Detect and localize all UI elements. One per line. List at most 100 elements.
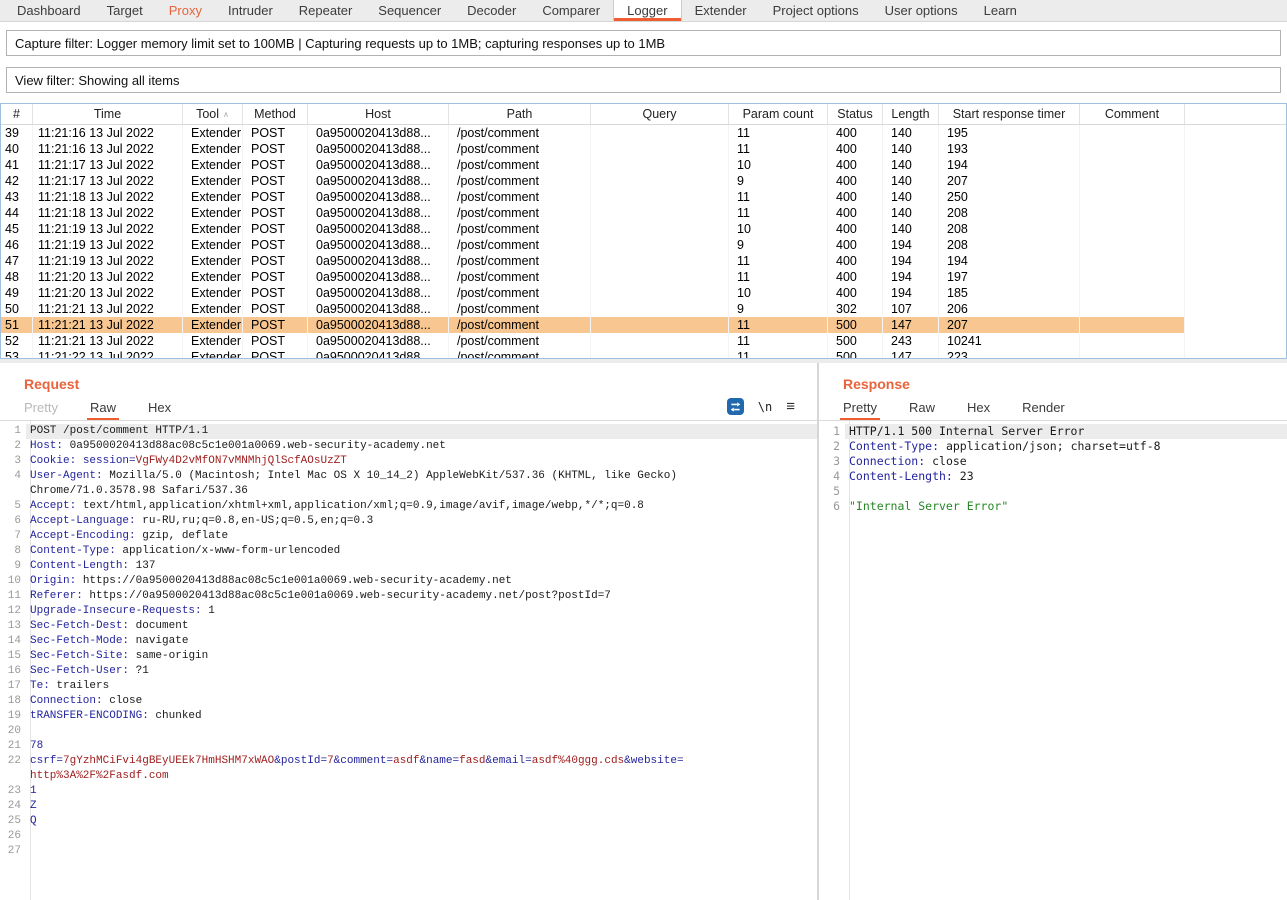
line-text: Te: trailers xyxy=(26,679,817,694)
response-tab-pretty[interactable]: Pretty xyxy=(843,400,877,420)
column-header-time[interactable]: Time xyxy=(33,104,183,124)
log-row-53[interactable]: 5311:21:22 13 Jul 2022ExtenderPOST0a9500… xyxy=(1,349,1185,359)
top-tab-target[interactable]: Target xyxy=(94,0,156,21)
cell-length: 140 xyxy=(883,157,939,173)
top-tab-sequencer[interactable]: Sequencer xyxy=(365,0,454,21)
cell-comment xyxy=(1080,221,1185,237)
log-row-47[interactable]: 4711:21:19 13 Jul 2022ExtenderPOST0a9500… xyxy=(1,253,1185,269)
request-tab-raw[interactable]: Raw xyxy=(90,400,116,420)
response-tab-hex[interactable]: Hex xyxy=(967,400,990,420)
column-header-comment[interactable]: Comment xyxy=(1080,104,1185,124)
cell-length: 140 xyxy=(883,221,939,237)
request-code-line: 2178 xyxy=(0,739,817,754)
column-header-tool[interactable]: Tool∧ xyxy=(183,104,243,124)
top-tab-decoder[interactable]: Decoder xyxy=(454,0,529,21)
cell-host: 0a9500020413d88... xyxy=(308,269,449,285)
log-row-52[interactable]: 5211:21:21 13 Jul 2022ExtenderPOST0a9500… xyxy=(1,333,1185,349)
top-tab-proxy[interactable]: Proxy xyxy=(156,0,215,21)
log-row-41[interactable]: 4111:21:17 13 Jul 2022ExtenderPOST0a9500… xyxy=(1,157,1185,173)
response-editor[interactable]: 1HTTP/1.1 500 Internal Server Error2Cont… xyxy=(819,421,1287,900)
top-tab-learn[interactable]: Learn xyxy=(971,0,1030,21)
request-tab-hex[interactable]: Hex xyxy=(148,400,171,420)
log-row-49[interactable]: 4911:21:20 13 Jul 2022ExtenderPOST0a9500… xyxy=(1,285,1185,301)
cell-method: POST xyxy=(243,221,308,237)
cell-time: 11:21:16 13 Jul 2022 xyxy=(33,141,183,157)
column-header-param-count[interactable]: Param count xyxy=(729,104,828,124)
log-row-42[interactable]: 4211:21:17 13 Jul 2022ExtenderPOST0a9500… xyxy=(1,173,1185,189)
top-tab-intruder[interactable]: Intruder xyxy=(215,0,286,21)
request-code-line: 3Cookie: session=VgFWy4D2vMfON7vMNMhjQlS… xyxy=(0,454,817,469)
column-header-start-response-timer[interactable]: Start response timer xyxy=(939,104,1080,124)
cell-length: 194 xyxy=(883,237,939,253)
cell-comment xyxy=(1080,205,1185,221)
line-text: Accept: text/html,application/xhtml+xml,… xyxy=(26,499,817,514)
newline-toggle-icon[interactable]: \n xyxy=(758,400,772,414)
top-tab-repeater[interactable]: Repeater xyxy=(286,0,365,21)
cell-length: 107 xyxy=(883,301,939,317)
log-row-51[interactable]: 5111:21:21 13 Jul 2022ExtenderPOST0a9500… xyxy=(1,317,1185,333)
request-tab-pretty[interactable]: Pretty xyxy=(24,400,58,420)
cell-query xyxy=(591,205,729,221)
cell-id: 49 xyxy=(1,285,33,301)
line-text: Connection: close xyxy=(26,694,817,709)
column-header--[interactable]: # xyxy=(1,104,33,124)
top-tab-user-options[interactable]: User options xyxy=(872,0,971,21)
cell-start_response_timer: 250 xyxy=(939,189,1080,205)
column-label: Path xyxy=(507,107,533,121)
response-code-line: 3Connection: close xyxy=(819,454,1287,469)
line-number: 5 xyxy=(819,484,845,499)
column-header-length[interactable]: Length xyxy=(883,104,939,124)
request-code-line: 24Z xyxy=(0,799,817,814)
response-code: 1HTTP/1.1 500 Internal Server Error2Cont… xyxy=(819,421,1287,514)
cell-comment xyxy=(1080,173,1185,189)
column-header-method[interactable]: Method xyxy=(243,104,308,124)
column-header-path[interactable]: Path xyxy=(449,104,591,124)
column-header-host[interactable]: Host xyxy=(308,104,449,124)
line-text xyxy=(845,484,1287,499)
pretty-print-toggle-icon[interactable] xyxy=(727,398,744,415)
column-header-query[interactable]: Query xyxy=(591,104,729,124)
request-code-line: 14Sec-Fetch-Mode: navigate xyxy=(0,634,817,649)
request-code-line: 20 xyxy=(0,724,817,739)
cell-query xyxy=(591,253,729,269)
view-filter-bar[interactable]: View filter: Showing all items xyxy=(6,67,1281,93)
line-text: Content-Length: 137 xyxy=(26,559,817,574)
cell-path: /post/comment xyxy=(449,269,591,285)
top-tab-extender[interactable]: Extender xyxy=(682,0,760,21)
cell-time: 11:21:21 13 Jul 2022 xyxy=(33,301,183,317)
cell-time: 11:21:22 13 Jul 2022 xyxy=(33,349,183,359)
log-row-50[interactable]: 5011:21:21 13 Jul 2022ExtenderPOST0a9500… xyxy=(1,301,1185,317)
response-tab-render[interactable]: Render xyxy=(1022,400,1065,420)
top-tab-dashboard[interactable]: Dashboard xyxy=(4,0,94,21)
top-tab-project-options[interactable]: Project options xyxy=(760,0,872,21)
cell-id: 45 xyxy=(1,221,33,237)
top-tab-comparer[interactable]: Comparer xyxy=(529,0,613,21)
capture-filter-text: Capture filter: Logger memory limit set … xyxy=(15,36,665,51)
request-code-line: 9Content-Length: 137 xyxy=(0,559,817,574)
cell-id: 39 xyxy=(1,125,33,141)
cell-length: 194 xyxy=(883,269,939,285)
log-row-39[interactable]: 3911:21:16 13 Jul 2022ExtenderPOST0a9500… xyxy=(1,125,1185,141)
cell-host: 0a9500020413d88... xyxy=(308,301,449,317)
request-editor[interactable]: 1POST /post/comment HTTP/1.12Host: 0a950… xyxy=(0,421,817,900)
cell-start_response_timer: 197 xyxy=(939,269,1080,285)
top-tab-logger[interactable]: Logger xyxy=(613,0,681,21)
cell-param_count: 10 xyxy=(729,285,828,301)
log-row-46[interactable]: 4611:21:19 13 Jul 2022ExtenderPOST0a9500… xyxy=(1,237,1185,253)
response-tab-raw[interactable]: Raw xyxy=(909,400,935,420)
line-text: Content-Type: application/x-www-form-url… xyxy=(26,544,817,559)
cell-path: /post/comment xyxy=(449,317,591,333)
log-row-45[interactable]: 4511:21:19 13 Jul 2022ExtenderPOST0a9500… xyxy=(1,221,1185,237)
log-row-40[interactable]: 4011:21:16 13 Jul 2022ExtenderPOST0a9500… xyxy=(1,141,1185,157)
cell-tool: Extender xyxy=(183,237,243,253)
cell-length: 140 xyxy=(883,125,939,141)
log-row-43[interactable]: 4311:21:18 13 Jul 2022ExtenderPOST0a9500… xyxy=(1,189,1185,205)
column-header-status[interactable]: Status xyxy=(828,104,883,124)
log-row-44[interactable]: 4411:21:18 13 Jul 2022ExtenderPOST0a9500… xyxy=(1,205,1185,221)
capture-filter-bar[interactable]: Capture filter: Logger memory limit set … xyxy=(6,30,1281,56)
cell-host: 0a9500020413d88... xyxy=(308,189,449,205)
request-code-line: 17Te: trailers xyxy=(0,679,817,694)
editor-menu-icon[interactable]: ≡ xyxy=(786,399,795,414)
log-row-48[interactable]: 4811:21:20 13 Jul 2022ExtenderPOST0a9500… xyxy=(1,269,1185,285)
line-number: 24 xyxy=(0,799,26,814)
